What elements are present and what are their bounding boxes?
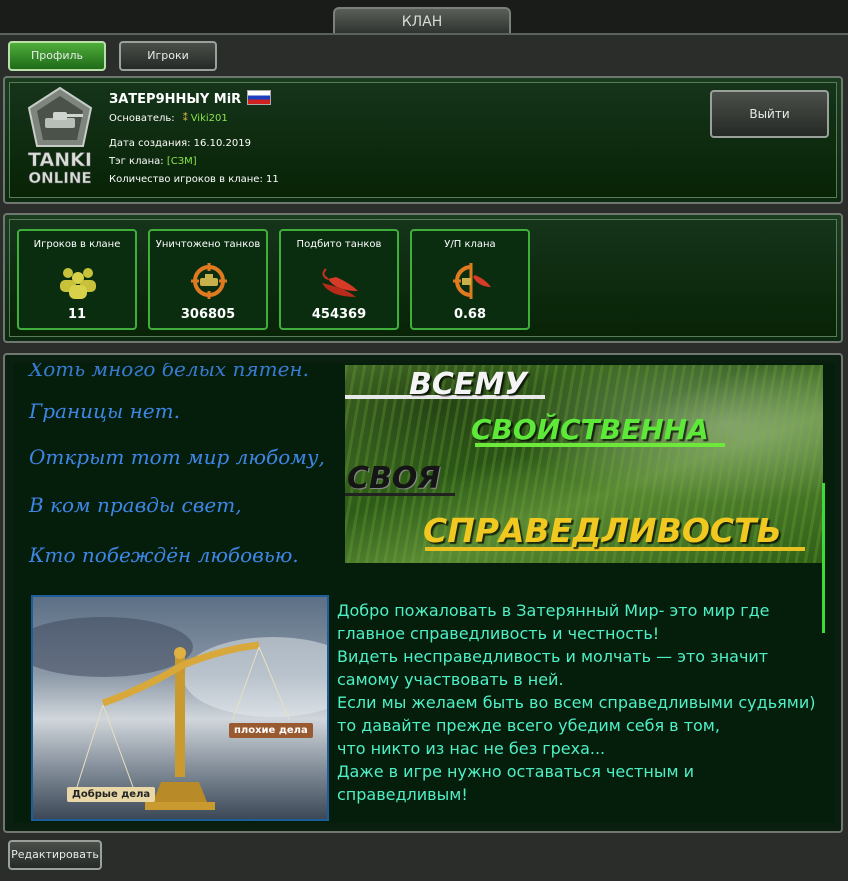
created-date: 16.10.2019 (193, 138, 251, 149)
players-count-label: Количество игроков в клане: (109, 174, 263, 185)
crosshair-pepper-icon (453, 263, 491, 299)
banner-word: СПРАВЕДЛИВОСТЬ (423, 511, 782, 550)
stat-ratio-value: 0.68 (453, 307, 487, 322)
stat-ratio: У/П клана 0.68 (410, 229, 530, 330)
clan-stats-panel: Игроков в клане 11 Уничтожено танков 306… (3, 213, 843, 343)
tag-label: Тэг клана: (109, 156, 164, 167)
welcome-line: Если мы желаем быть во всем справедливым… (337, 693, 816, 712)
stat-players-value: 11 (67, 307, 87, 322)
welcome-line: справедливым! (337, 785, 468, 804)
welcome-line: главное справедливость и честность! (337, 624, 660, 643)
tag-line: Тэг клана: [СЗМ] (109, 156, 197, 167)
poem-line: Открыт тот мир любому, (29, 445, 325, 469)
stat-destroyed-label: Уничтожено танков (155, 239, 261, 250)
welcome-line: Видеть несправедливость и молчать — это … (337, 647, 769, 666)
stat-players-label: Игроков в клане (33, 239, 121, 250)
welcome-line: Даже в игре нужно оставаться честным и (337, 762, 694, 781)
tab-profile[interactable]: Профиль (8, 41, 106, 71)
founder-label: Основатель: (109, 113, 175, 124)
poem-line: Кто побеждён любовью. (29, 543, 299, 567)
clan-name: ЗАТЕР9ННЫY MiR (109, 90, 272, 107)
welcome-line: то давайте прежде всего убедим себя в то… (337, 716, 720, 735)
tanki-online-logo: TANKI ONLINE (28, 86, 92, 186)
rank-icon: ⁑ (182, 113, 188, 124)
stat-hit-value: 454369 (311, 307, 367, 322)
players-count-line: Количество игроков в клане: 11 (109, 174, 279, 185)
bad-deeds-label: плохие дела (229, 723, 313, 738)
description-scrollbar[interactable] (822, 483, 825, 633)
justice-banner-image: ВСЕМУ СВОЙСТВЕННА СВОЯ СПРАВЕДЛИВОСТЬ (345, 365, 823, 563)
clan-tag: [СЗМ] (166, 156, 197, 167)
stat-players: Игроков в клане 11 (17, 229, 137, 330)
good-deeds-label: Добрые дела (67, 787, 156, 802)
crosshair-tank-icon (191, 263, 227, 299)
poem-line: В ком правды свет, (29, 493, 242, 517)
poem-line: Хоть много белых пятен. (29, 363, 309, 381)
clan-window: Профиль Игроки TANKI ONLINE ЗАТЕР9ННЫY M… (0, 33, 848, 881)
exit-button[interactable]: Выйти (710, 90, 829, 138)
scales-image: плохие дела Добрые дела (31, 595, 329, 821)
stat-destroyed: Уничтожено танков 306805 (148, 229, 268, 330)
created-label: Дата создания: (109, 138, 191, 149)
russia-flag-icon (247, 90, 272, 105)
banner-word: ВСЕМУ (409, 367, 528, 402)
window-title: КЛАН (333, 7, 511, 35)
clan-name-text: ЗАТЕР9ННЫY MiR (109, 92, 242, 107)
welcome-line: самому участвовать в ней. (337, 670, 564, 689)
welcome-line: что никто из нас не без греха... (337, 739, 606, 758)
edit-button[interactable]: Редактировать (8, 840, 102, 870)
description-content: Хоть много белых пятен. Границы нет. Отк… (13, 363, 835, 823)
stat-ratio-label: У/П клана (444, 239, 496, 250)
stat-hit: Подбито танков 454369 (279, 229, 399, 330)
logo-text-online: ONLINE (28, 169, 91, 186)
players-count: 11 (266, 174, 279, 185)
clan-description-panel: Хоть много белых пятен. Границы нет. Отк… (3, 353, 843, 833)
founder-line: Основатель: ⁑ Viki201 (109, 113, 228, 124)
welcome-line: Добро пожаловать в Затерянный Мир- это м… (337, 601, 770, 620)
founder-name[interactable]: Viki201 (191, 113, 228, 124)
created-line: Дата создания: 16.10.2019 (109, 138, 251, 149)
tab-players[interactable]: Игроки (119, 41, 217, 71)
banner-word: СВОЙСТВЕННА (471, 413, 709, 446)
stat-hit-label: Подбито танков (296, 239, 382, 250)
logo-text-tanki: TANKI (28, 149, 92, 171)
banner-word: СВОЯ (347, 461, 441, 496)
poem-line: Границы нет. (29, 399, 180, 423)
pepper-icon (322, 268, 358, 297)
stat-destroyed-value: 306805 (180, 307, 236, 322)
players-icon (60, 268, 96, 299)
clan-profile-panel: TANKI ONLINE ЗАТЕР9ННЫY MiR Основатель: ⁑… (3, 76, 843, 204)
